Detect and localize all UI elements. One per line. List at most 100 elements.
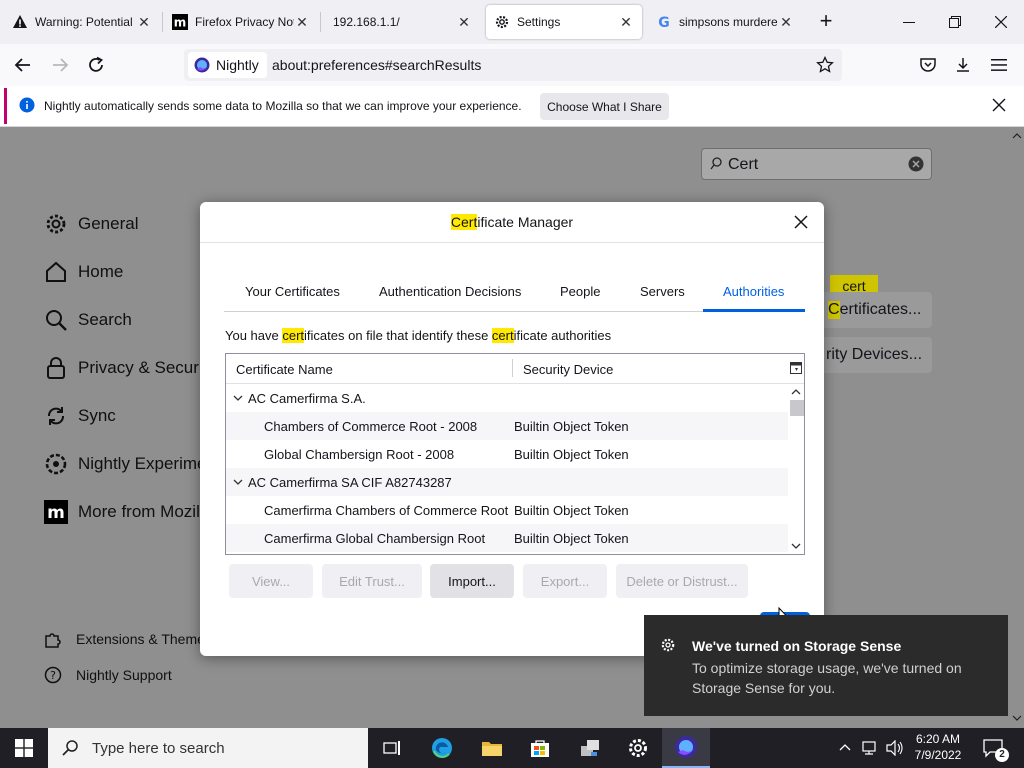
tab-warning[interactable]: Warning: Potential ✕ bbox=[4, 5, 160, 39]
column-picker-icon[interactable] bbox=[790, 362, 802, 374]
volume-icon[interactable] bbox=[886, 740, 904, 756]
firefox-nightly-taskbar-icon[interactable] bbox=[662, 728, 710, 768]
sidebar-item-extensions[interactable]: Extensions & Theme bbox=[44, 630, 205, 648]
close-notification-icon[interactable] bbox=[992, 98, 1006, 112]
tree-group-row[interactable]: AC Camerfirma S.A. bbox=[226, 384, 788, 412]
settings-search-input[interactable]: Cert bbox=[701, 148, 932, 180]
sync-icon bbox=[44, 404, 78, 428]
file-explorer-icon[interactable] bbox=[468, 728, 516, 768]
tree-scrollbar[interactable] bbox=[788, 384, 804, 554]
new-tab-button[interactable]: + bbox=[814, 10, 838, 34]
sidebar-label: Extensions & Theme bbox=[76, 631, 205, 647]
tab-bar: Warning: Potential ✕ m Firefox Privacy N… bbox=[0, 0, 1024, 44]
page-scrollbar[interactable] bbox=[1010, 127, 1024, 727]
column-security-device[interactable]: Security Device bbox=[523, 362, 613, 377]
sidebar-item-experiments[interactable]: Nightly Experime bbox=[44, 452, 207, 476]
tree-cert-row[interactable]: Camerfirma Chambers of Commerce Root Bui… bbox=[226, 496, 788, 524]
tree-cert-row[interactable]: Global Chambersign Root - 2008 Builtin O… bbox=[226, 440, 788, 468]
windows-start-icon[interactable] bbox=[0, 728, 48, 768]
network-icon[interactable] bbox=[862, 740, 880, 756]
tab-router[interactable]: 192.168.1.1/ ✕ bbox=[322, 5, 480, 39]
certificate-tree[interactable]: Certificate Name Security Device AC Came… bbox=[225, 353, 805, 555]
lock-icon bbox=[44, 356, 78, 380]
taskbar-search-placeholder: Type here to search bbox=[92, 739, 225, 757]
store-icon[interactable] bbox=[516, 728, 564, 768]
sidebar-label: Nightly Experime bbox=[78, 454, 207, 473]
close-tab-icon[interactable]: ✕ bbox=[456, 14, 472, 31]
security-devices-button[interactable]: rity Devices... bbox=[812, 337, 932, 373]
column-certificate-name[interactable]: Certificate Name bbox=[236, 362, 333, 377]
scroll-thumb[interactable] bbox=[790, 400, 804, 416]
edit-trust-button[interactable]: Edit Trust... bbox=[322, 564, 422, 598]
close-window-button[interactable] bbox=[978, 0, 1024, 44]
certificates-highlight: C bbox=[828, 301, 840, 319]
task-view-icon[interactable] bbox=[368, 728, 416, 768]
tab-authentication-decisions[interactable]: Authentication Decisions bbox=[379, 284, 521, 299]
tab-servers[interactable]: Servers bbox=[640, 284, 685, 299]
sidebar-item-general[interactable]: General bbox=[44, 212, 138, 236]
back-button[interactable] bbox=[8, 50, 38, 80]
identity-box[interactable]: Nightly bbox=[188, 52, 267, 78]
sidebar-label: Sync bbox=[78, 406, 116, 425]
notification-message: Nightly automatically sends some data to… bbox=[44, 99, 522, 113]
menu-hamburger-icon[interactable] bbox=[984, 50, 1014, 80]
tab-google-search[interactable]: G simpsons murdered ✕ bbox=[648, 5, 802, 39]
mozilla-m-icon: m bbox=[172, 14, 188, 30]
bookmark-star-icon[interactable] bbox=[816, 56, 834, 74]
authorities-description: You have certificates on file that ident… bbox=[225, 328, 612, 343]
minimize-button[interactable] bbox=[886, 0, 932, 44]
tab-authorities[interactable]: Authorities bbox=[723, 284, 784, 299]
close-dialog-icon[interactable] bbox=[794, 215, 808, 229]
tab-title: Settings bbox=[517, 15, 561, 29]
close-tab-icon[interactable]: ✕ bbox=[294, 14, 310, 31]
sidebar-label: Privacy & Security bbox=[78, 358, 216, 377]
toast-title: We've turned on Storage Sense bbox=[692, 638, 902, 654]
sidebar-item-search[interactable]: Search bbox=[44, 308, 132, 332]
storage-sense-toast[interactable]: We've turned on Storage Sense To optimiz… bbox=[644, 615, 1008, 716]
chevron-down-icon[interactable] bbox=[233, 477, 243, 487]
sidebar-item-home[interactable]: Home bbox=[44, 260, 123, 284]
network-app-icon[interactable] bbox=[566, 728, 614, 768]
forward-button[interactable] bbox=[45, 50, 75, 80]
pocket-icon[interactable] bbox=[913, 50, 943, 80]
tab-people[interactable]: People bbox=[560, 284, 600, 299]
sidebar-item-support[interactable]: ? Nightly Support bbox=[44, 666, 172, 684]
view-certificates-button[interactable]: Certificates... bbox=[812, 292, 932, 328]
security-devices-label: rity Devices... bbox=[826, 346, 923, 363]
tab-settings[interactable]: Settings ✕ bbox=[486, 5, 642, 39]
sidebar-item-privacy[interactable]: Privacy & Security bbox=[44, 356, 216, 380]
clear-search-icon[interactable] bbox=[908, 156, 924, 172]
close-tab-icon[interactable]: ✕ bbox=[618, 14, 634, 31]
tab-privacy-notice[interactable]: m Firefox Privacy Noti ✕ bbox=[164, 5, 318, 39]
reload-button[interactable] bbox=[81, 50, 111, 80]
tree-cert-row[interactable]: Chambers of Commerce Root - 2008 Builtin… bbox=[226, 412, 788, 440]
clock[interactable]: 6:20 AM 7/9/2022 bbox=[910, 731, 966, 763]
taskbar-search-box[interactable]: Type here to search bbox=[48, 728, 368, 768]
restore-button[interactable] bbox=[932, 0, 978, 44]
chevron-down-icon[interactable] bbox=[233, 393, 243, 403]
import-button[interactable]: Import... bbox=[430, 564, 514, 598]
export-button[interactable]: Export... bbox=[523, 564, 607, 598]
sidebar-item-more-from-mozilla[interactable]: m More from Mozill bbox=[44, 500, 204, 524]
google-icon: G bbox=[656, 14, 672, 30]
tree-group-row[interactable]: AC Camerfirma SA CIF A82743287 bbox=[226, 468, 788, 496]
svg-text:m: m bbox=[174, 16, 187, 30]
delete-or-distrust-button[interactable]: Delete or Distrust... bbox=[616, 564, 748, 598]
close-tab-icon[interactable]: ✕ bbox=[136, 14, 152, 31]
tree-header: Certificate Name Security Device bbox=[226, 354, 804, 384]
sidebar-label: Nightly Support bbox=[76, 667, 172, 683]
help-icon: ? bbox=[44, 666, 76, 684]
sidebar-item-sync[interactable]: Sync bbox=[44, 404, 116, 428]
downloads-icon[interactable] bbox=[948, 50, 978, 80]
settings-app-icon[interactable] bbox=[614, 728, 662, 768]
chevron-up-icon[interactable] bbox=[838, 740, 852, 754]
url-bar[interactable]: Nightly about:preferences#searchResults bbox=[184, 49, 842, 81]
sidebar-label: Search bbox=[78, 310, 132, 329]
tree-cert-row[interactable]: Camerfirma Global Chambersign Root Built… bbox=[226, 524, 788, 552]
tab-your-certificates[interactable]: Your Certificates bbox=[245, 284, 340, 299]
view-button[interactable]: View... bbox=[229, 564, 313, 598]
edge-icon[interactable] bbox=[418, 728, 466, 768]
close-tab-icon[interactable]: ✕ bbox=[778, 14, 794, 31]
url-text[interactable]: about:preferences#searchResults bbox=[272, 57, 481, 73]
choose-what-i-share-button[interactable]: Choose What I Share bbox=[540, 93, 669, 120]
